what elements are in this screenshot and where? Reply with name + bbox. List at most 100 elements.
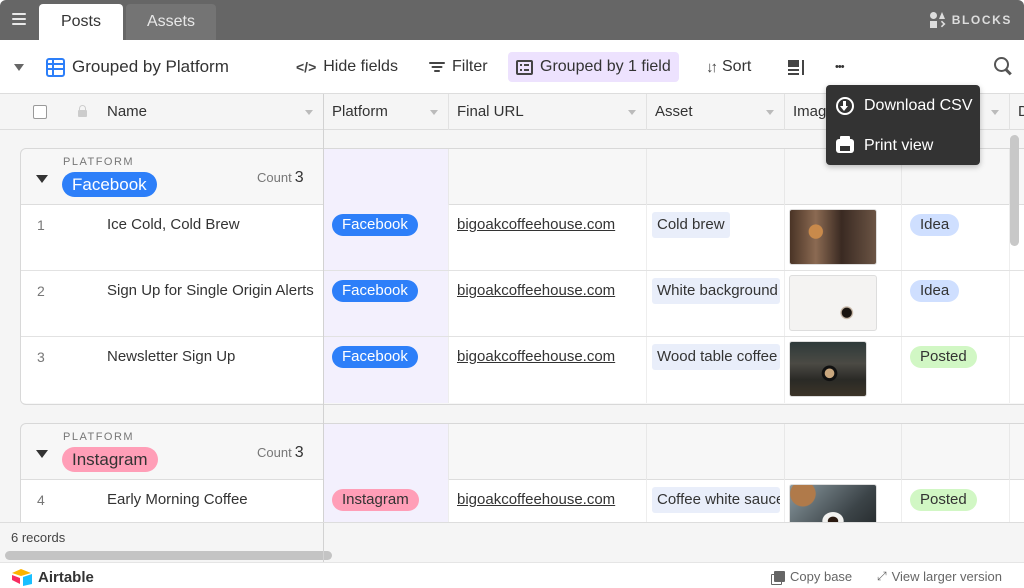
final-url-link[interactable]: bigoakcoffeehouse.com: [457, 216, 615, 233]
final-url-link[interactable]: bigoakcoffeehouse.com: [457, 282, 615, 299]
image-thumbnail-white-cup[interactable]: [789, 275, 877, 331]
image-cell[interactable]: [785, 205, 902, 270]
name-cell[interactable]: Ice Cold, Cold Brew: [99, 205, 324, 270]
name-cell[interactable]: Sign Up for Single Origin Alerts: [99, 271, 324, 336]
final-url-cell[interactable]: bigoakcoffeehouse.com: [449, 337, 647, 403]
hide-fields-button[interactable]: </> Hide fields: [288, 52, 406, 82]
group-button[interactable]: Grouped by 1 field: [508, 52, 679, 82]
column-header-asset[interactable]: Asset: [647, 94, 785, 130]
asset-link-chip[interactable]: Cold brew: [652, 212, 730, 238]
filter-button[interactable]: Filter: [421, 52, 496, 82]
asset-link-chip[interactable]: Coffee white saucer: [652, 487, 780, 513]
view-switcher[interactable]: Grouped by Platform: [38, 52, 237, 82]
table-row[interactable]: 1 Ice Cold, Cold Brew Facebook bigoakcof…: [21, 205, 1024, 271]
column-final-url-label: Final URL: [457, 103, 524, 120]
table-row[interactable]: 4 Early Morning Coffee Instagram bigoakc…: [21, 480, 1024, 522]
collapse-group-icon[interactable]: [36, 450, 48, 458]
view-name: Grouped by Platform: [72, 57, 229, 76]
primary-column-divider: [323, 94, 324, 522]
print-icon: [836, 136, 854, 153]
row-number: 3: [37, 349, 45, 365]
status-cell[interactable]: Posted: [902, 337, 1010, 403]
status-pill: Idea: [910, 214, 960, 236]
copy-base-label: Copy base: [790, 569, 853, 584]
status-cell[interactable]: Idea: [902, 271, 1010, 336]
download-csv-label: Download CSV: [864, 97, 973, 114]
status-cell[interactable]: Idea: [902, 205, 1010, 270]
asset-cell[interactable]: Cold brew: [647, 205, 785, 270]
final-url-cell[interactable]: bigoakcoffeehouse.com: [449, 480, 647, 522]
airtable-logo[interactable]: Airtable: [11, 568, 94, 586]
blocks-button[interactable]: BLOCKS: [929, 12, 1012, 28]
status-pill: Posted: [910, 346, 977, 368]
status-cell[interactable]: Posted: [902, 480, 1010, 522]
chevron-down-icon: [430, 110, 438, 115]
search-icon[interactable]: [994, 57, 1012, 75]
table-row[interactable]: 2 Sign Up for Single Origin Alerts Faceb…: [21, 271, 1024, 337]
group-value-pill: Instagram: [62, 447, 158, 472]
name-cell[interactable]: Newsletter Sign Up: [99, 337, 324, 403]
image-cell[interactable]: [785, 480, 902, 522]
tab-assets[interactable]: Assets: [126, 4, 216, 40]
horizontal-scrollbar[interactable]: [5, 551, 332, 560]
group-field-label: PLATFORM: [63, 431, 135, 443]
select-all-checkbox[interactable]: [33, 105, 47, 119]
print-view-label: Print view: [864, 137, 934, 154]
airtable-logo-icon: [12, 569, 32, 586]
image-thumbnail-coffee-pastries[interactable]: [789, 484, 877, 522]
filter-icon: [429, 61, 445, 73]
image-cell[interactable]: [785, 271, 902, 336]
table-row[interactable]: 3 Newsletter Sign Up Facebook bigoakcoff…: [21, 337, 1024, 403]
platform-cell[interactable]: Facebook: [324, 337, 449, 403]
platform-cell[interactable]: Facebook: [324, 205, 449, 270]
row-height-button[interactable]: [780, 52, 814, 82]
final-url-cell[interactable]: bigoakcoffeehouse.com: [449, 271, 647, 336]
platform-pill: Facebook: [332, 346, 418, 368]
menu-icon[interactable]: [8, 10, 30, 30]
row-height-icon: [788, 59, 806, 75]
image-cell[interactable]: [785, 337, 902, 403]
image-thumbnail-wood-table[interactable]: [789, 341, 867, 397]
copy-base-link[interactable]: Copy base: [774, 569, 852, 584]
asset-cell[interactable]: Wood table coffee: [647, 337, 785, 403]
view-larger-label: View larger version: [891, 569, 1002, 584]
image-thumbnail-iced-coffee[interactable]: [789, 209, 877, 265]
platform-cell[interactable]: Facebook: [324, 271, 449, 336]
column-header-platform[interactable]: Platform: [324, 94, 449, 130]
view-larger-link[interactable]: ⤢ View larger version: [877, 569, 1002, 584]
row-number: 4: [37, 492, 45, 508]
final-url-link[interactable]: bigoakcoffeehouse.com: [457, 491, 615, 508]
hide-fields-label: Hide fields: [323, 58, 398, 75]
menu-item-print-view[interactable]: Print view: [836, 133, 933, 159]
platform-pill: Facebook: [332, 214, 418, 236]
collapse-group-icon[interactable]: [36, 175, 48, 183]
view-switcher-caret-icon[interactable]: [14, 64, 24, 71]
record-count: 6 records: [11, 530, 66, 545]
embed-bottom-bar: Airtable Copy base ⤢ View larger version: [0, 562, 1024, 588]
final-url-link[interactable]: bigoakcoffeehouse.com: [457, 348, 615, 365]
tab-posts[interactable]: Posts: [39, 4, 123, 40]
asset-cell[interactable]: Coffee white saucer: [647, 480, 785, 522]
name-cell[interactable]: Early Morning Coffee: [99, 480, 324, 522]
group-icon: [516, 59, 533, 75]
base-top-bar: Posts Assets BLOCKS: [0, 0, 1024, 40]
more-icon: •••: [835, 61, 845, 73]
download-icon: [836, 97, 854, 115]
row-number: 2: [37, 283, 45, 299]
vertical-scrollbar[interactable]: [1010, 135, 1019, 246]
more-options-button[interactable]: •••: [827, 52, 852, 82]
column-header-final-url[interactable]: Final URL: [449, 94, 647, 130]
column-header-next[interactable]: D: [1010, 94, 1024, 130]
asset-cell[interactable]: White background: [647, 271, 785, 336]
column-header-name[interactable]: Name: [99, 94, 323, 130]
asset-link-chip[interactable]: Wood table coffee: [652, 344, 780, 370]
chevron-down-icon: [766, 110, 774, 115]
platform-cell[interactable]: Instagram: [324, 480, 449, 522]
asset-link-chip[interactable]: White background: [652, 278, 780, 304]
menu-item-download-csv[interactable]: Download CSV: [836, 93, 973, 119]
lock-icon: [78, 105, 87, 117]
final-url-cell[interactable]: bigoakcoffeehouse.com: [449, 205, 647, 270]
group-facebook: PLATFORM Facebook Count 3 1 Ice Cold, Col…: [20, 148, 1024, 405]
platform-pill: Facebook: [332, 280, 418, 302]
sort-button[interactable]: ↓↑ Sort: [698, 52, 759, 82]
